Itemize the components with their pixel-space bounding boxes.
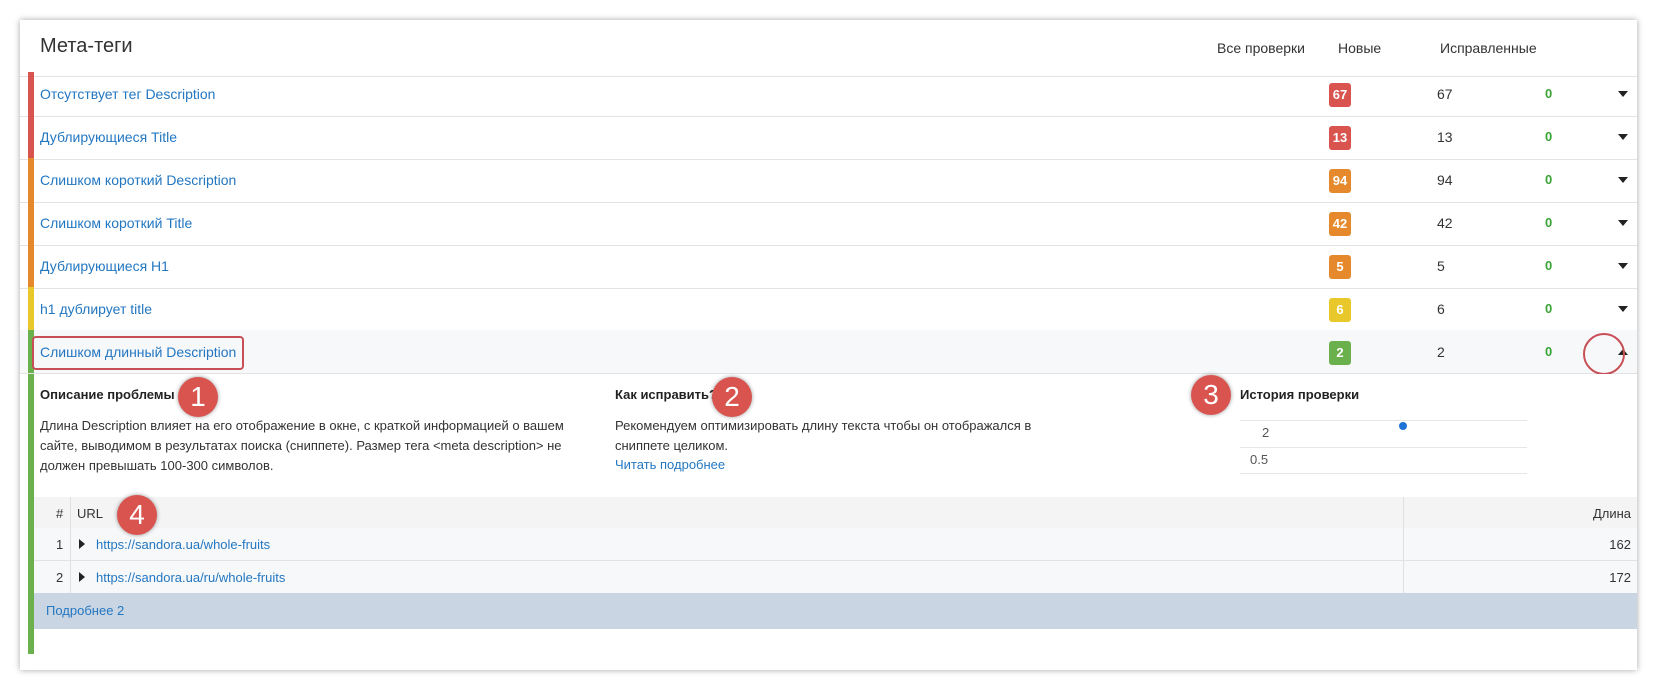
column-header-new: Новые [1338,40,1382,56]
severity-bar [28,72,34,116]
annotation-marker-4: 4 [117,495,157,535]
history-y-label: 2 [1262,425,1270,440]
column-divider [70,561,71,593]
issue-link[interactable]: Дублирующиеся Title [40,129,177,145]
problem-description-text: Длина Description влияет на его отображе… [40,418,564,473]
expand-caret-icon[interactable] [1618,134,1628,140]
annotation-marker-1: 1 [178,377,218,417]
column-divider [70,528,71,560]
issue-link[interactable]: h1 дублирует title [40,301,152,317]
new-count: 2 [1437,344,1445,360]
fixed-count: 0 [1545,301,1553,316]
more-details-link[interactable]: Подробнее 2 [46,603,124,618]
severity-bar [28,115,34,159]
expand-caret-icon[interactable] [1618,177,1628,183]
history-y-label: 0.5 [1250,452,1269,467]
new-count: 94 [1437,172,1453,188]
issue-row-h1-duplicates-title[interactable]: h1 дублирует title 6 6 0 [20,287,1637,332]
url-link[interactable]: https://sandora.ua/whole-fruits [96,537,270,552]
column-divider [1403,528,1404,560]
history-data-point [1399,422,1407,430]
length-value: 172 [1609,570,1631,585]
expand-row-triangle-icon[interactable] [79,572,85,582]
meta-tags-panel: Мета-теги Все проверки Новые Исправленны… [20,20,1637,670]
column-header-fixed: Исправленные [1440,40,1537,56]
url-table-header: # URL Длина [34,497,1637,529]
table-row: 1 https://sandora.ua/whole-fruits 162 [34,528,1637,561]
all-checks-badge: 67 [1329,83,1351,107]
expand-caret-icon[interactable] [1618,91,1628,97]
new-count: 13 [1437,129,1453,145]
severity-bar [28,287,34,331]
problem-description-title: Описание проблемы [40,387,175,402]
all-checks-badge: 2 [1329,341,1351,365]
row-number: 1 [56,537,64,552]
history-grid-line [1240,420,1527,421]
fixed-count: 0 [1545,129,1553,144]
new-count: 6 [1437,301,1445,317]
new-count: 42 [1437,215,1453,231]
read-more-link[interactable]: Читать подробнее [615,457,725,472]
expand-caret-icon[interactable] [1618,306,1628,312]
issue-row-duplicate-title[interactable]: Дублирующиеся Title 13 13 0 [20,115,1637,160]
row-number: 2 [56,570,64,585]
length-value: 162 [1609,537,1631,552]
expand-caret-icon[interactable] [1618,220,1628,226]
all-checks-badge: 5 [1329,255,1351,279]
more-bar: Подробнее 2 [34,593,1637,629]
column-header-all-checks: Все проверки [1217,40,1305,56]
issue-link[interactable]: Отсутствует тег Description [40,86,215,102]
all-checks-badge: 94 [1329,169,1351,193]
check-history-title: История проверки [1240,387,1360,402]
url-link[interactable]: https://sandora.ua/ru/whole-fruits [96,570,285,585]
column-header-number: # [56,506,64,521]
table-row: 2 https://sandora.ua/ru/whole-fruits 172 [34,561,1637,594]
fixed-count: 0 [1545,172,1553,187]
fixed-count: 0 [1545,258,1553,273]
fixed-count: 0 [1545,344,1553,359]
column-divider [1403,561,1404,593]
expand-caret-icon[interactable] [1618,263,1628,269]
issue-link[interactable]: Дублирующиеся H1 [40,258,169,274]
severity-bar [28,158,34,202]
annotation-marker-2: 2 [712,377,752,417]
severity-bar [28,244,34,288]
annotation-marker-3: 3 [1191,375,1231,415]
column-header-length: Длина [1592,506,1631,521]
highlight-frame [32,336,244,370]
all-checks-badge: 6 [1329,298,1351,322]
fixed-count: 0 [1545,215,1553,230]
history-grid-line [1240,473,1527,474]
issue-row-duplicate-h1[interactable]: Дублирующиеся H1 5 5 0 [20,244,1637,289]
how-to-fix-text: Рекомендуем оптимизировать длину текста … [615,418,1032,453]
severity-bar [28,201,34,245]
column-divider [70,497,71,528]
issue-row-short-title[interactable]: Слишком короткий Title 42 42 0 [20,201,1637,246]
issue-row-short-description[interactable]: Слишком короткий Description 94 94 0 [20,158,1637,203]
fixed-count: 0 [1545,86,1553,101]
highlight-circle [1583,333,1625,375]
issue-link[interactable]: Слишком короткий Title [40,215,192,231]
panel-header: Мета-теги Все проверки Новые Исправленны… [20,20,1637,77]
how-to-fix-title: Как исправить? [615,387,717,402]
new-count: 5 [1437,258,1445,274]
all-checks-badge: 13 [1329,126,1351,150]
issue-link[interactable]: Слишком короткий Description [40,172,236,188]
all-checks-badge: 42 [1329,212,1351,236]
issue-row-missing-description[interactable]: Отсутствует тег Description 67 67 0 [20,72,1637,117]
column-header-url: URL [77,506,104,521]
page-title: Мета-теги [40,35,133,57]
issue-row-long-description[interactable]: Слишком длинный Description 2 2 0 [20,330,1637,374]
expand-row-triangle-icon[interactable] [79,539,85,549]
new-count: 67 [1437,86,1453,102]
history-grid-line [1240,447,1527,448]
column-divider [1403,497,1404,528]
